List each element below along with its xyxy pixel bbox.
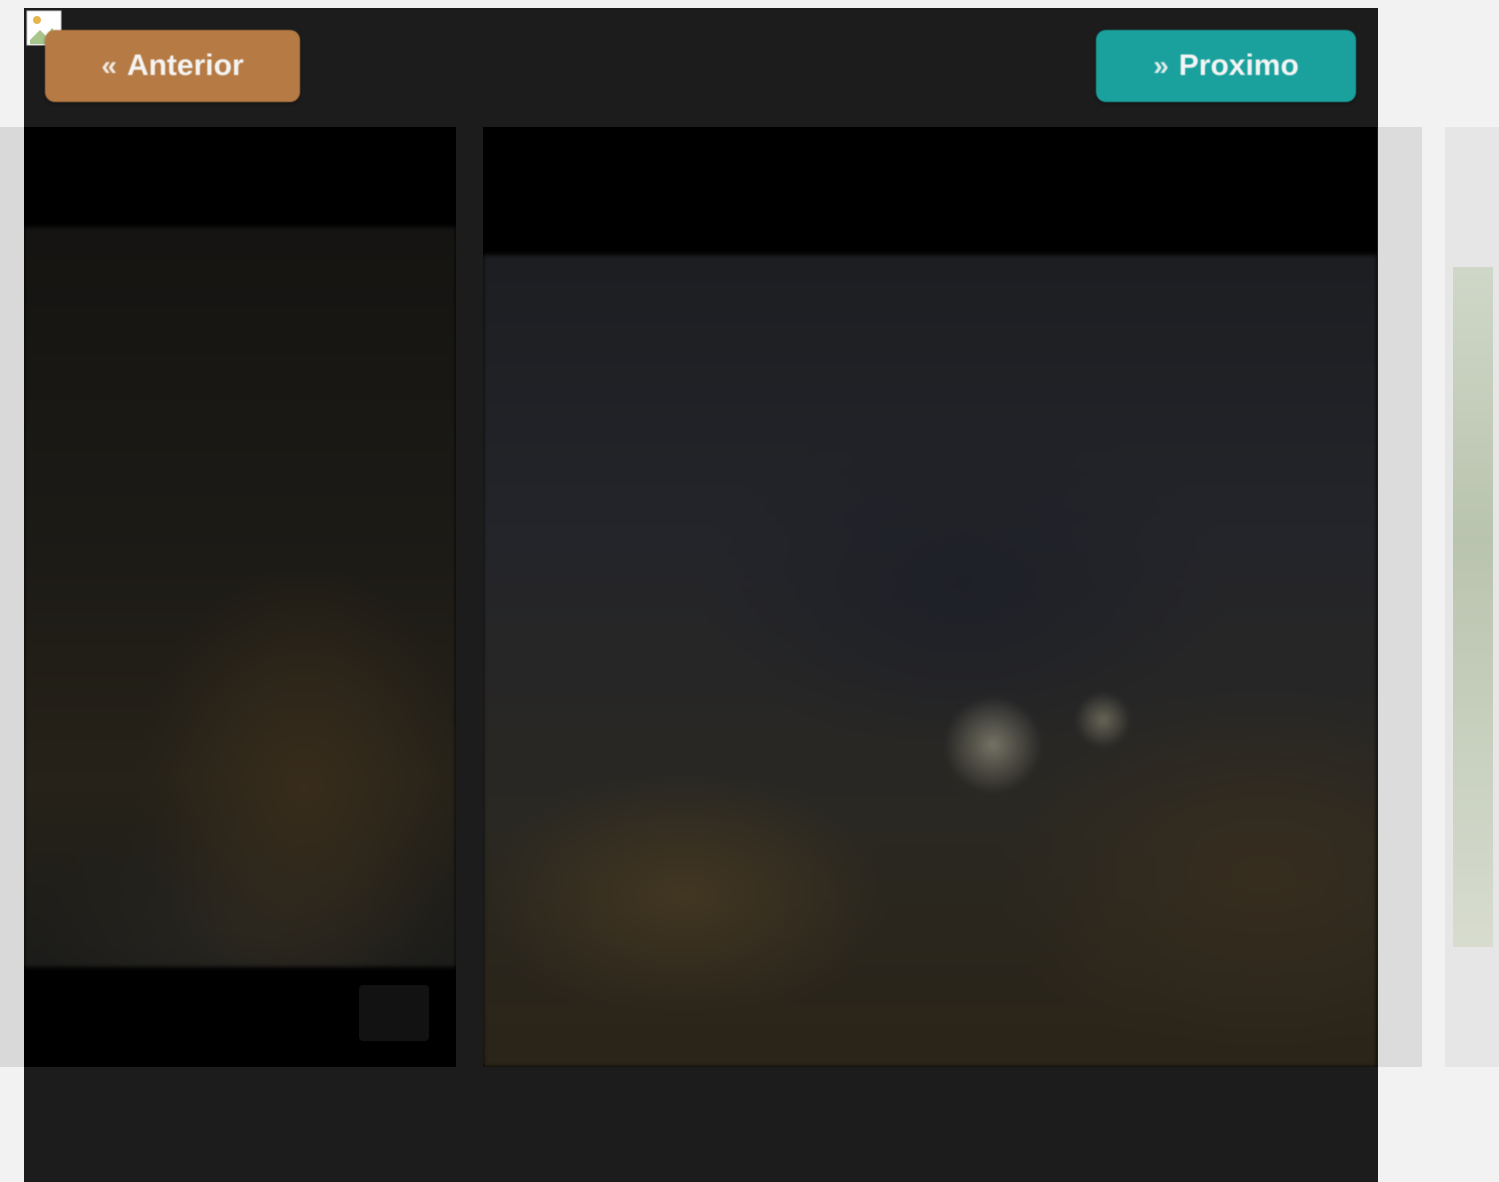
background-card-right xyxy=(1378,127,1422,1067)
previous-button-label: Anterior xyxy=(126,49,244,82)
vehicle-photo-main xyxy=(483,255,1377,1067)
expand-icon[interactable] xyxy=(359,985,429,1041)
next-button[interactable]: » Proximo xyxy=(1096,30,1356,102)
double-chevron-left-icon: « xyxy=(101,50,117,81)
gallery-main-image[interactable] xyxy=(483,127,1377,1067)
background-card-far-right xyxy=(1445,127,1499,1067)
background-card-left xyxy=(0,127,24,1067)
gallery-thumbnail-left[interactable] xyxy=(24,127,456,1067)
double-chevron-right-icon: » xyxy=(1153,50,1169,81)
previous-button[interactable]: « Anterior xyxy=(45,30,300,102)
next-button-label: Proximo xyxy=(1178,49,1299,82)
background-thumbnail xyxy=(1453,267,1493,947)
vehicle-photo-left xyxy=(24,227,456,967)
